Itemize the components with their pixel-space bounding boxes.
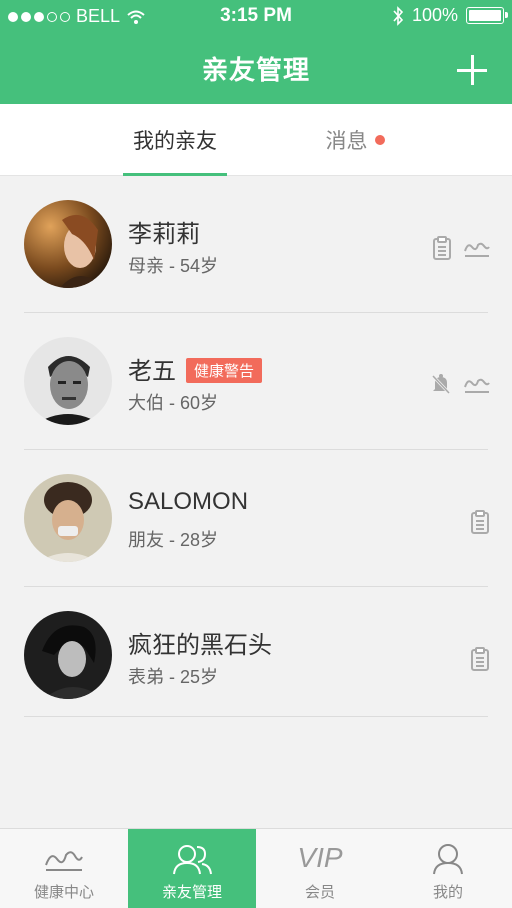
contact-row[interactable]: 疯狂的黑石头 表弟 - 25岁 (0, 587, 512, 717)
contact-name: SALOMON (128, 488, 249, 515)
health-trend-icon[interactable] (464, 374, 490, 394)
tab-friends-management-label: 亲友管理 (161, 884, 222, 901)
status-bar: BELL 3:15 PM 100% (0, 0, 512, 32)
vip-icon: VIP (297, 842, 343, 873)
bluetooth-icon (393, 5, 404, 26)
health-warning-badge: 健康警告 (186, 358, 263, 383)
clipboard-icon[interactable] (432, 236, 452, 260)
tab-health-center[interactable]: 健康中心 (0, 829, 128, 908)
friends-icon (173, 845, 212, 875)
clipboard-icon[interactable] (470, 647, 490, 671)
tab-membership-label: 会员 (304, 884, 335, 901)
bottom-tab-bar: 健康中心 亲友管理 VIP 会员 我的 (0, 828, 512, 908)
contact-relation: 大伯 - 60岁 (128, 393, 219, 413)
avatar (24, 337, 112, 425)
add-friend-button[interactable] (454, 52, 490, 88)
health-trend-icon[interactable] (464, 238, 490, 258)
health-trend-icon (45, 851, 83, 871)
tab-friends-management[interactable]: 亲友管理 (128, 829, 256, 908)
tab-me[interactable]: 我的 (384, 829, 512, 908)
tab-me-label: 我的 (432, 884, 463, 901)
avatar (24, 474, 112, 562)
tab-bar: 我的亲友 消息 (0, 104, 512, 176)
unread-dot (374, 135, 385, 145)
header: BELL 3:15 PM 100% 亲友管理 (0, 0, 512, 104)
clipboard-icon[interactable] (470, 510, 490, 534)
contact-relation: 母亲 - 54岁 (128, 256, 219, 276)
battery-icon (466, 7, 508, 24)
contact-relation: 表弟 - 25岁 (128, 667, 219, 687)
contact-name: 老五 (128, 358, 176, 385)
tab-messages[interactable]: 消息 (300, 104, 410, 176)
avatar (24, 200, 112, 288)
contact-name: 李莉莉 (128, 221, 200, 248)
tab-my-friends[interactable]: 我的亲友 (118, 104, 232, 176)
tab-my-friends-label: 我的亲友 (133, 130, 217, 153)
contact-name: 疯狂的黑石头 (128, 632, 272, 659)
divider (24, 716, 488, 717)
bell-muted-icon[interactable] (430, 373, 452, 395)
avatar (24, 611, 112, 699)
contact-list: 李莉莉 母亲 - 54岁 老五 健康警告 大伯 - 60岁 SALOMON 朋友… (0, 176, 512, 717)
tab-messages-label: 消息 (325, 130, 368, 153)
page-title: 亲友管理 (201, 55, 310, 85)
contact-row[interactable]: 老五 健康警告 大伯 - 60岁 (0, 313, 512, 450)
user-icon (433, 844, 463, 875)
contact-row[interactable]: 李莉莉 母亲 - 54岁 (0, 176, 512, 313)
contact-row[interactable]: SALOMON 朋友 - 28岁 (0, 450, 512, 587)
tab-membership[interactable]: VIP 会员 (256, 829, 384, 908)
battery-percent: 100% (411, 5, 458, 25)
contact-relation: 朋友 - 28岁 (128, 530, 219, 550)
contact-name-wrap: 老五 健康警告 (128, 351, 263, 386)
tab-health-center-label: 健康中心 (33, 884, 94, 901)
